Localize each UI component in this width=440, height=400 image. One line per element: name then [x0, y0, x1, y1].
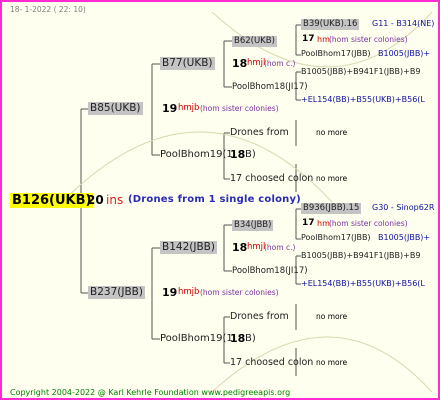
ggm-bottom-queen[interactable]: B34(JBB)	[232, 220, 274, 231]
gen4-top-year: 17	[302, 34, 315, 44]
drones-from-b: Drones from	[230, 311, 289, 322]
grandfather-a-tail: B)	[245, 149, 256, 160]
gen4-bottom-race-note: (hom sister colonies)	[329, 219, 408, 228]
copyright-footer: Copyright 2004-2022 @ Karl Kehrle Founda…	[10, 388, 291, 397]
grandmother-a-race: hmjl	[247, 58, 266, 68]
grandfather-b-tail: B)	[245, 333, 256, 344]
grandmother-a-queen[interactable]: B77(UKB)	[160, 57, 215, 70]
grandmother-b-queen[interactable]: B142(JBB)	[160, 241, 217, 254]
gen4-bottom-queen[interactable]: B936(JBB).15	[301, 203, 362, 214]
drones-from-a: Drones from	[230, 127, 289, 138]
drones-from-a-note: no more	[316, 128, 348, 137]
mother-a-year: 19	[162, 102, 178, 115]
gen4-bottom-drones-b: +EL154(BB)+B55(UKB)+B56(L	[301, 279, 425, 288]
grandfather-a-pool[interactable]: PoolBhom19(1	[160, 150, 233, 160]
ggm-top-queen[interactable]: B62(UKB)	[232, 36, 277, 47]
gen4-top-race-note: (hom sister colonies)	[329, 35, 408, 44]
mother-a-race: hmjb	[178, 103, 200, 113]
pedigree-frame: 18- 1-2022 ( 22: 10) Copyright 2004-2022…	[0, 0, 440, 400]
gen4-top-pool-b: B1005(JBB)+	[378, 49, 431, 58]
date-header: 18- 1-2022 ( 22: 10)	[10, 5, 86, 14]
choosed-colonies-a: 17 choosed colon	[230, 173, 314, 184]
root-queen[interactable]: B126(UKB)	[10, 193, 94, 208]
grandfather-a-year: 18	[230, 148, 246, 161]
gen4-top-race: hm	[317, 35, 330, 44]
mother-b-year: 19	[162, 286, 178, 299]
gen4-top-pool[interactable]: PoolBhom17(JBB)	[301, 50, 371, 58]
gen4-bottom-year: 17	[302, 218, 315, 228]
root-year: 20	[87, 193, 104, 207]
choosed-colonies-a-note: no more	[316, 174, 348, 183]
choosed-colonies-b: 17 choosed colon	[230, 357, 314, 368]
mother-b-race-note: (hom sister colonies)	[200, 288, 279, 297]
grandmother-a-race-note: (hom c.)	[264, 59, 296, 68]
grandmother-b-race: hmjl	[247, 242, 266, 252]
gen4-top-drones-b: +EL154(BB)+B55(UKB)+B56(L	[301, 95, 425, 104]
ggf-top-pool[interactable]: PoolBhom18(JI17)	[232, 83, 308, 92]
mother-b-race: hmjb	[178, 287, 200, 297]
root-drone-note: (Drones from 1 single colony)	[128, 194, 301, 205]
mother-b-queen[interactable]: B237(JBB)	[88, 286, 145, 299]
gen4-bottom-race: hm	[317, 219, 330, 228]
gen4-bottom-info: G30 - Sinop62R	[372, 203, 435, 212]
choosed-colonies-b-note: no more	[316, 358, 348, 367]
gen4-bottom-drones: B1005(JBB)+B941F1(JBB)+B9	[301, 251, 421, 260]
gen4-top-info: G11 - B314(NE)	[372, 19, 435, 28]
mother-a-queen[interactable]: B85(UKB)	[88, 102, 143, 115]
grandmother-b-race-note: (hom c.)	[264, 243, 296, 252]
gen4-bottom-pool-b: B1005(JBB)+	[378, 233, 431, 242]
gen4-top-queen[interactable]: B39(UKB).16	[301, 19, 360, 30]
gen4-bottom-pool[interactable]: PoolBhom17(JBB)	[301, 234, 371, 242]
grandfather-b-pool[interactable]: PoolBhom19(1	[160, 334, 233, 344]
root-race: ins	[106, 193, 124, 207]
mother-a-race-note: (hom sister colonies)	[200, 104, 279, 113]
gen4-top-drones: B1005(JBB)+B941F1(JBB)+B9	[301, 67, 421, 76]
ggf-bottom-pool[interactable]: PoolBhom18(JI17)	[232, 267, 308, 276]
grandfather-b-year: 18	[230, 332, 246, 345]
grandmother-a-year: 18	[232, 57, 248, 70]
drones-from-b-note: no more	[316, 312, 348, 321]
grandmother-b-year: 18	[232, 241, 248, 254]
